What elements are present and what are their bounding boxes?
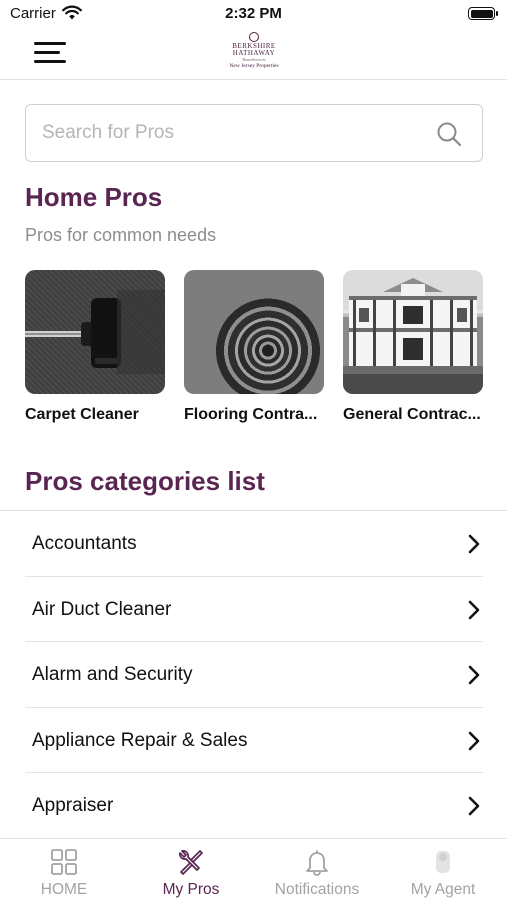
- pro-card-carpet-cleaner[interactable]: Carpet Cleaner: [25, 270, 165, 424]
- tab-my-agent[interactable]: My Agent: [380, 839, 506, 900]
- tab-label: Notifications: [274, 881, 360, 898]
- home-pros-subtitle: Pros for common needs: [25, 225, 217, 245]
- category-row-alarm-and-security[interactable]: Alarm and Security: [25, 642, 483, 708]
- search-icon[interactable]: [436, 121, 462, 147]
- chevron-right-icon: [468, 600, 480, 619]
- chevron-right-icon: [468, 797, 480, 816]
- menu-icon[interactable]: [34, 40, 66, 64]
- category-row-accountants[interactable]: Accountants: [25, 511, 483, 577]
- pro-card-label: Flooring Contra...: [184, 406, 318, 423]
- house-image: [343, 270, 483, 394]
- tools-icon: [179, 850, 203, 875]
- agent-avatar-icon: [436, 851, 450, 873]
- tab-bar: HOME My Pros Notifications My Agent: [0, 838, 507, 900]
- logo-line-4: New Jersey Properties: [229, 63, 279, 69]
- categories-list: Accountants Air Duct Cleaner Alarm and S…: [25, 511, 483, 839]
- category-label: Appliance Repair & Sales: [32, 729, 248, 751]
- category-row-appliance-repair[interactable]: Appliance Repair & Sales: [25, 708, 483, 774]
- logo-line-3: HomeServices: [242, 57, 266, 62]
- home-pros-title: Home Pros: [25, 182, 163, 212]
- chevron-right-icon: [468, 534, 480, 554]
- tab-my-pros[interactable]: My Pros: [128, 839, 254, 900]
- status-bar: Carrier 2:32 PM: [0, 0, 507, 28]
- tab-label: My Agent: [410, 881, 476, 898]
- categories-title: Pros categories list: [25, 466, 265, 496]
- carpet-vacuum-image: [25, 270, 165, 394]
- pro-card-label: General Contrac...: [343, 406, 481, 423]
- battery-icon: [468, 7, 498, 20]
- pro-card-flooring-contractor[interactable]: Flooring Contra...: [184, 270, 324, 424]
- rolled-carpet-image: [184, 270, 324, 394]
- tab-label: HOME: [40, 881, 88, 898]
- grid-icon: [51, 849, 77, 875]
- logo-line-2: HATHAWAY: [232, 49, 276, 57]
- pro-card-general-contractor[interactable]: General Contrac...: [343, 270, 483, 424]
- search-input[interactable]: [42, 105, 422, 160]
- pro-card-label: Carpet Cleaner: [25, 406, 139, 423]
- brand-logo: BERKSHIRE HATHAWAY HomeServices New Jers…: [214, 32, 294, 76]
- search-box[interactable]: [25, 104, 483, 162]
- category-row-appraiser[interactable]: Appraiser: [25, 773, 483, 839]
- nav-bar: BERKSHIRE HATHAWAY HomeServices New Jers…: [0, 28, 507, 80]
- bell-icon: [306, 850, 328, 876]
- clock: 2:32 PM: [225, 5, 282, 22]
- chevron-right-icon: [468, 731, 480, 751]
- tab-notifications[interactable]: Notifications: [254, 839, 380, 900]
- category-label: Alarm and Security: [32, 664, 193, 686]
- category-label: Air Duct Cleaner: [32, 598, 172, 620]
- category-label: Appraiser: [32, 795, 114, 817]
- tab-label: My Pros: [162, 881, 220, 898]
- category-row-air-duct-cleaner[interactable]: Air Duct Cleaner: [25, 577, 483, 643]
- chevron-right-icon: [468, 665, 480, 685]
- seal-icon: [249, 32, 259, 42]
- tab-home[interactable]: HOME: [1, 839, 127, 900]
- category-label: Accountants: [32, 533, 137, 554]
